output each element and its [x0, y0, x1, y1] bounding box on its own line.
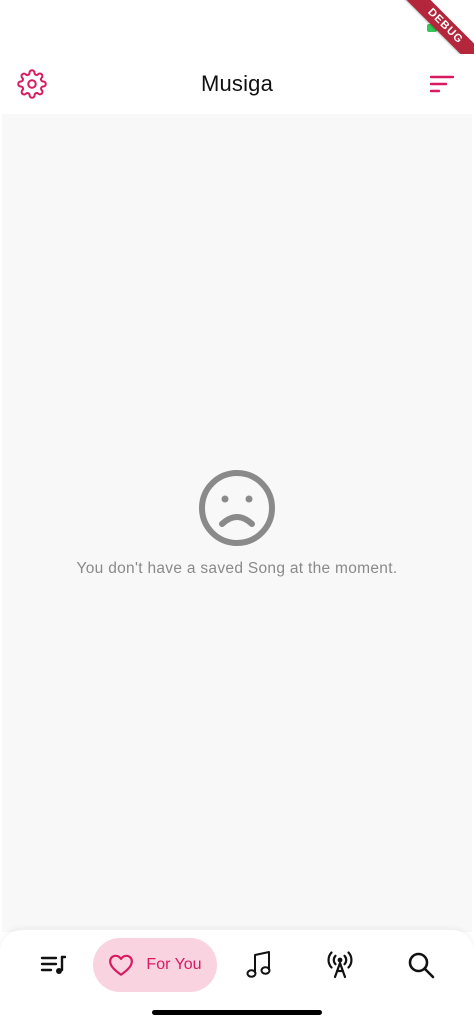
nav-radio[interactable] [317, 938, 363, 992]
heart-icon [109, 954, 134, 976]
search-icon [408, 952, 435, 979]
app-title: Musiga [200, 71, 274, 96]
sort-button[interactable] [425, 67, 459, 101]
settings-button[interactable] [15, 67, 49, 101]
radio-tower-icon [327, 951, 353, 979]
nav-playlist[interactable] [30, 938, 76, 992]
nav-songs[interactable] [236, 938, 282, 992]
nav-search[interactable] [398, 938, 444, 992]
app-header: Musiga [0, 54, 474, 114]
music-note-icon [246, 951, 271, 978]
app-screen: DEBUG Musiga You don't have a saved Song… [0, 0, 474, 1025]
empty-state-message: You don't have a saved Song at the momen… [76, 560, 398, 577]
nav-for-you[interactable]: For You [93, 938, 217, 992]
playlist-icon [40, 955, 66, 974]
empty-state: You don't have a saved Song at the momen… [2, 468, 472, 578]
home-indicator [152, 1010, 322, 1015]
sad-face-icon [199, 470, 275, 546]
main-content: You don't have a saved Song at the momen… [2, 114, 472, 932]
nav-for-you-label: For You [146, 956, 202, 973]
sort-icon [429, 75, 455, 93]
gear-icon [17, 69, 47, 99]
